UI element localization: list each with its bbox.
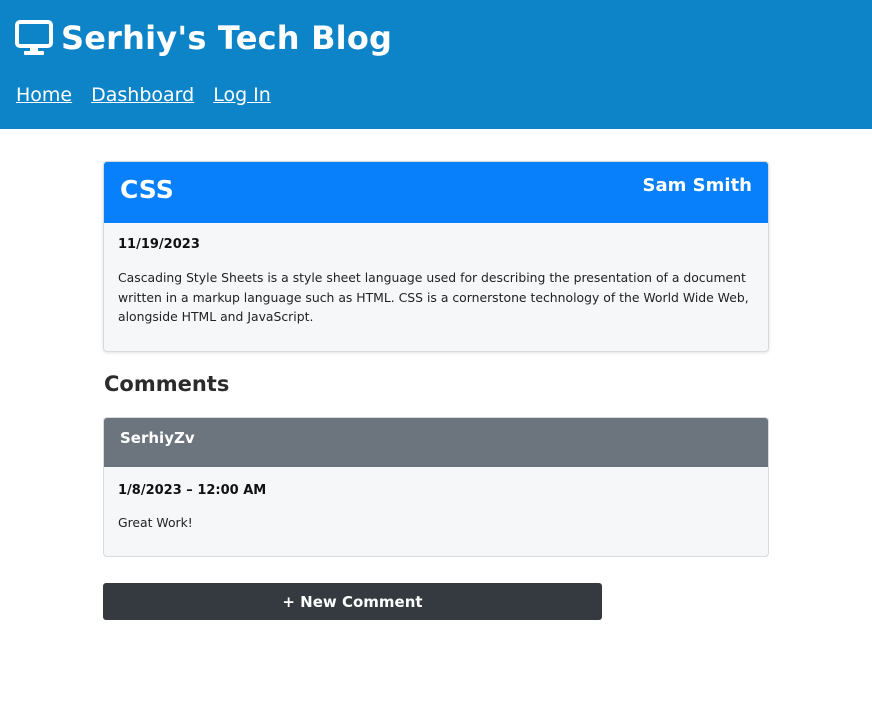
post-card: CSS Sam Smith 11/19/2023 Cascading Style… [103, 161, 769, 352]
main-nav: Home Dashboard Log In [16, 84, 290, 106]
post-title: CSS [120, 175, 174, 204]
site-header: Serhiy's Tech Blog Home Dashboard Log In [0, 0, 872, 129]
comment-body: Great Work! [118, 515, 193, 530]
site-title: Serhiy's Tech Blog [61, 19, 393, 57]
comment-card: SerhiyZv 1/8/2023 – 12:00 AM Great Work! [103, 417, 769, 557]
comments-heading: Comments [104, 372, 230, 396]
nav-link-dashboard[interactable]: Dashboard [91, 84, 194, 106]
comment-author: SerhiyZv [120, 429, 195, 447]
nav-link-home[interactable]: Home [16, 84, 72, 106]
comment-date: 1/8/2023 – 12:00 AM [118, 483, 267, 498]
post-author: Sam Smith [642, 175, 752, 196]
nav-link-login[interactable]: Log In [213, 84, 271, 106]
monitor-icon [15, 20, 61, 56]
post-date: 11/19/2023 [118, 237, 200, 252]
comment-card-header: SerhiyZv [104, 418, 768, 467]
brand[interactable]: Serhiy's Tech Blog [15, 17, 392, 59]
new-comment-button[interactable]: + New Comment [103, 583, 602, 620]
post-card-header: CSS Sam Smith [104, 162, 768, 223]
post-body: Cascading Style Sheets is a style sheet … [118, 270, 749, 324]
